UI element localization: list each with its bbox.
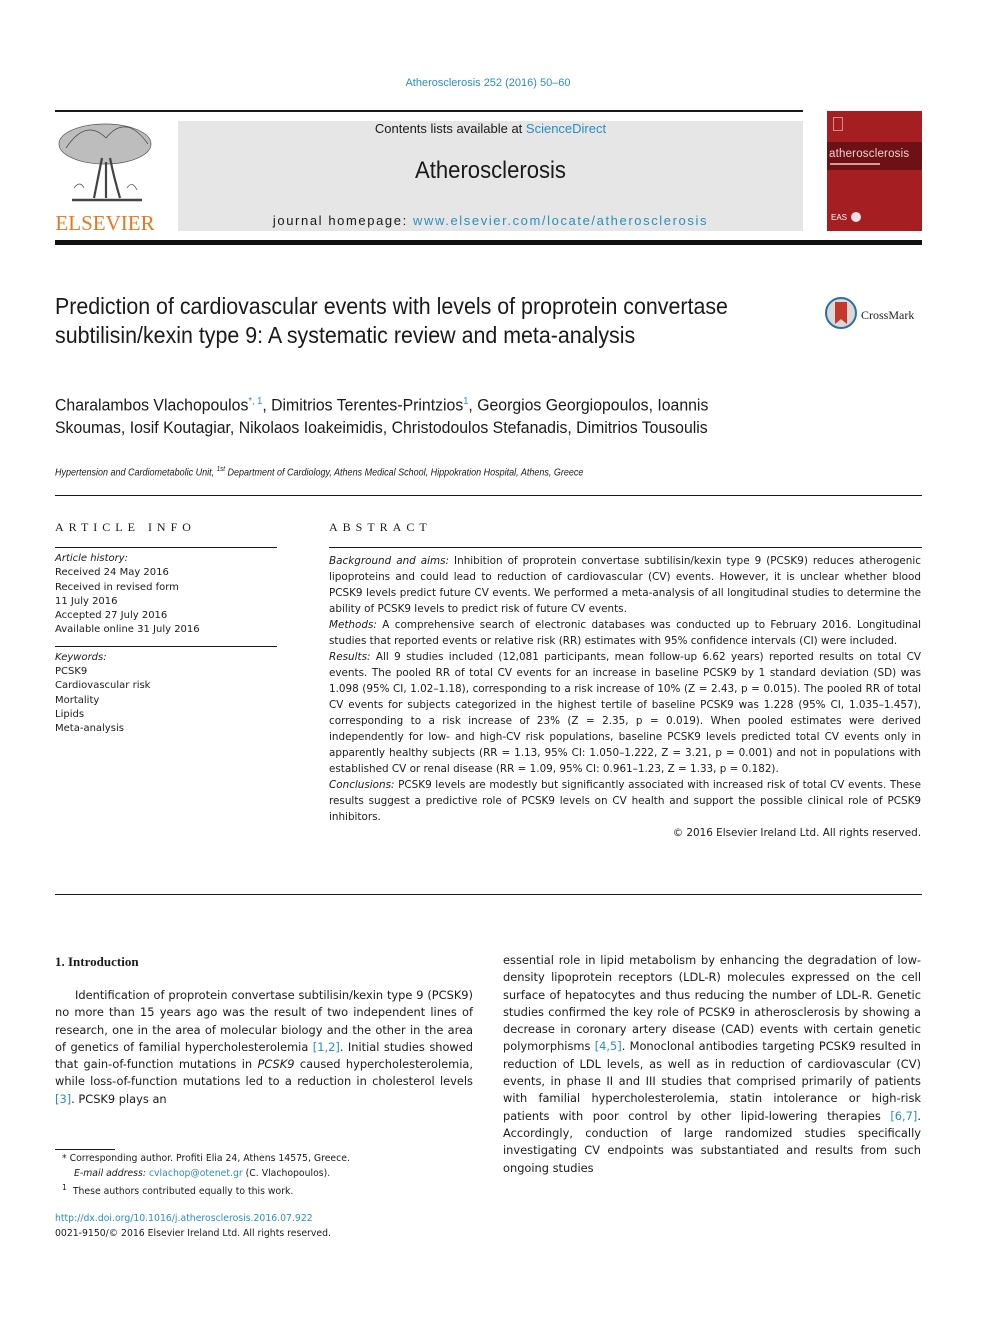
citation-link[interactable]: [4,5] xyxy=(595,1039,622,1053)
intro-paragraph: Identification of proprotein convertase … xyxy=(55,987,473,1108)
email-label: E-mail address: xyxy=(74,1167,146,1179)
elsevier-logo: ELSEVIER xyxy=(52,118,158,235)
abstract-section-text: A comprehensive search of electronic dat… xyxy=(329,619,921,647)
divider xyxy=(55,894,922,895)
abstract-background: Background and aims: Inhibition of propr… xyxy=(329,553,921,617)
affiliation-sup: 1st xyxy=(216,466,226,473)
footnotes: * Corresponding author. Profiti Elia 24,… xyxy=(62,1152,482,1200)
article-info: Article history: Received 24 May 2016 Re… xyxy=(55,552,277,737)
abstract-conclusions: Conclusions: PCSK9 levels are modestly b… xyxy=(329,777,921,825)
footnote-rule xyxy=(55,1149,115,1150)
gene-name: PCSK9 xyxy=(257,1057,295,1072)
abstract-section-label: Background and aims: xyxy=(329,555,450,567)
author-name[interactable]: Nikolaos Ioakeimidis xyxy=(239,418,383,437)
journal-masthead: Contents lists available at ScienceDirec… xyxy=(178,121,803,231)
history-item: Received in revised form xyxy=(55,581,179,593)
keyword: Meta-analysis xyxy=(55,723,124,735)
intro-paragraph-continued: essential role in lipid metabolism by en… xyxy=(503,952,921,1177)
elsevier-wordmark: ELSEVIER xyxy=(55,211,155,235)
author-name[interactable]: Charalambos Vlachopoulos xyxy=(55,396,248,415)
journal-homepage: journal homepage: www.elsevier.com/locat… xyxy=(178,213,803,228)
cover-society-emblem-icon xyxy=(851,212,861,222)
email-suffix: (C. Vlachopoulos). xyxy=(242,1167,331,1179)
affiliation: Hypertension and Cardiometabolic Unit, 1… xyxy=(55,466,775,478)
article-title: Prediction of cardiovascular events with… xyxy=(55,293,728,348)
divider xyxy=(55,495,922,496)
crossmark-button[interactable]: CrossMark xyxy=(825,297,925,335)
footnote-corresponding: * Corresponding author. Profiti Elia 24,… xyxy=(62,1153,350,1164)
footnote-text: These authors contributed equally to thi… xyxy=(72,1186,294,1198)
abstract-methods: Methods: A comprehensive search of elect… xyxy=(329,617,921,649)
abstract-section-label: Results: xyxy=(329,651,371,663)
citation-link[interactable]: [1,2] xyxy=(313,1040,340,1054)
abstract-copyright: © 2016 Elsevier Ireland Ltd. All rights … xyxy=(672,827,921,839)
issn-copyright: 0021-9150/© 2016 Elsevier Ireland Ltd. A… xyxy=(55,1228,331,1239)
citation-link[interactable]: [3] xyxy=(55,1092,71,1106)
history-item: Available online 31 July 2016 xyxy=(55,624,200,636)
divider xyxy=(55,547,277,548)
keyword: Cardiovascular risk xyxy=(55,680,151,692)
article-info-heading: ARTICLE INFO xyxy=(55,520,196,534)
cover-subtitle-bar xyxy=(830,163,880,165)
abstract-section-label: Methods: xyxy=(329,619,377,631)
sciencedirect-link[interactable]: ScienceDirect xyxy=(526,121,606,136)
author-affiliation-marker[interactable]: *, 1 xyxy=(248,396,262,407)
journal-citation-link[interactable]: Atherosclerosis 252 (2016) 50–60 xyxy=(0,77,976,89)
cover-title: atherosclerosis xyxy=(829,148,910,160)
abstract-results: Results: All 9 studies included (12,081 … xyxy=(329,649,921,777)
author-affiliation-marker[interactable]: 1 xyxy=(463,396,468,407)
history-label: Article history: xyxy=(55,553,129,564)
footnote-email: E-mail address: cvlachop@otenet.gr (C. V… xyxy=(62,1167,482,1182)
keyword: PCSK9 xyxy=(55,666,88,678)
footnote-equal: 1 These authors contributed equally to t… xyxy=(62,1181,482,1200)
keywords-label: Keywords: xyxy=(55,651,107,663)
citation-link[interactable]: [6,7] xyxy=(890,1109,917,1123)
contents-line: Contents lists available at ScienceDirec… xyxy=(178,121,803,136)
body-text: . PCSK9 plays an xyxy=(71,1091,167,1106)
abstract-body: Background and aims: Inhibition of propr… xyxy=(329,553,921,841)
affiliation-unit: Hypertension and Cardiometabolic Unit, xyxy=(55,467,217,479)
keyword: Lipids xyxy=(55,708,85,720)
abstract-section-text: All 9 studies included (12,081 participa… xyxy=(329,651,921,775)
history-item: Accepted 27 July 2016 xyxy=(55,610,168,622)
author-list: Charalambos Vlachopoulos*, 1, Dimitrios … xyxy=(55,395,709,437)
author-name[interactable]: Christodoulos Stefanadis xyxy=(392,418,568,437)
author-name[interactable]: Dimitrios Tousoulis xyxy=(576,418,708,437)
cover-emblem-icon xyxy=(833,117,843,131)
body-column-left: Identification of proprotein convertase … xyxy=(55,987,473,1108)
journal-title: Atherosclerosis xyxy=(415,157,566,184)
section-heading-introduction: 1. Introduction xyxy=(55,954,139,969)
journal-cover-image[interactable]: atherosclerosis EAS xyxy=(827,111,922,231)
footnote-marker: 1 xyxy=(62,1183,67,1192)
elsevier-tree-icon xyxy=(58,123,152,202)
author-name[interactable]: Dimitrios Terentes-Printzios xyxy=(271,396,463,415)
divider xyxy=(329,547,922,548)
history-item: Received 24 May 2016 xyxy=(55,567,169,579)
crossmark-label: CrossMark xyxy=(861,308,915,322)
doi-link[interactable]: http://dx.doi.org/10.1016/j.atherosclero… xyxy=(55,1213,313,1224)
affiliation-dept: Department of Cardiology, Athens Medical… xyxy=(225,467,584,479)
email-link[interactable]: cvlachop@otenet.gr xyxy=(149,1168,243,1179)
author-name[interactable]: Georgios Georgiopoulos xyxy=(477,396,648,415)
abstract-heading: ABSTRACT xyxy=(329,520,432,534)
homepage-label: journal homepage: xyxy=(272,213,414,228)
keyword: Mortality xyxy=(55,694,100,706)
body-column-right: essential role in lipid metabolism by en… xyxy=(503,952,921,1177)
contents-prefix: Contents lists available at xyxy=(374,121,526,136)
abstract-section-text: PCSK9 levels are modestly but significan… xyxy=(329,779,921,823)
author-name[interactable]: Iosif Koutagiar xyxy=(130,418,230,437)
doi-block: http://dx.doi.org/10.1016/j.atherosclero… xyxy=(55,1211,331,1241)
masthead-rule xyxy=(55,240,922,245)
abstract-section-label: Conclusions: xyxy=(329,779,395,791)
cover-society-label: EAS xyxy=(831,213,848,222)
header-rule xyxy=(55,110,803,112)
homepage-link[interactable]: www.elsevier.com/locate/atherosclerosis xyxy=(413,213,708,228)
history-item: 11 July 2016 xyxy=(55,595,118,607)
divider xyxy=(55,645,277,647)
